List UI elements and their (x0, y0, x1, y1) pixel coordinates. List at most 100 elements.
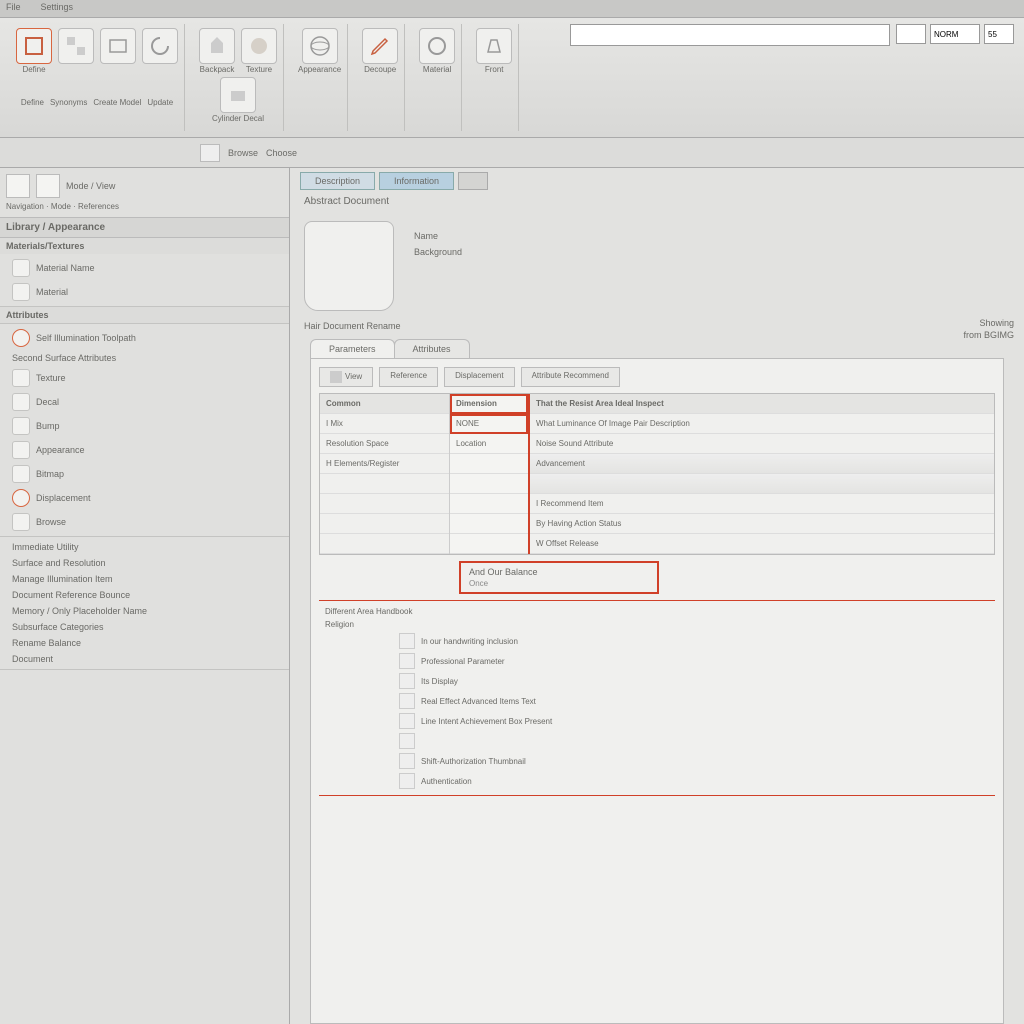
ribbon-material[interactable]: Material (419, 28, 455, 75)
highlight-box[interactable]: And Our Balance Once (459, 561, 659, 594)
decal-icon (12, 393, 30, 411)
filter-attribute[interactable]: Attribute Recommend (521, 367, 620, 387)
browse-small-icon (12, 513, 30, 531)
grid-head-common[interactable]: Common (320, 394, 449, 414)
grid-row[interactable]: Resolution Space (320, 434, 449, 454)
grid-cell[interactable]: Advancement (530, 454, 994, 474)
lower-head1: Different Area Handbook (319, 605, 995, 618)
list-item[interactable] (319, 731, 995, 751)
side-item-doc[interactable]: Document (0, 651, 289, 667)
grid-cell[interactable] (450, 514, 528, 534)
side-item-rename[interactable]: Rename Balance (0, 635, 289, 651)
side-item-material[interactable]: Material (0, 280, 289, 304)
side-item-manage[interactable]: Manage Illumination Item (0, 571, 289, 587)
side-item-secondsurf[interactable]: Second Surface Attributes (0, 350, 289, 366)
list-item[interactable]: Its Display (319, 671, 995, 691)
filter-displacement[interactable]: Displacement (444, 367, 514, 387)
grid-cell[interactable]: By Having Action Status (530, 514, 994, 534)
grid-cell[interactable] (530, 474, 994, 494)
nav-icon-1[interactable] (6, 174, 30, 198)
side-item-util[interactable]: Immediate Utility (0, 539, 289, 555)
menubar: File Settings (0, 0, 1024, 18)
grid-row[interactable]: H Elements/Register (320, 454, 449, 474)
grid-cell[interactable]: What Luminance Of Image Pair Description (530, 414, 994, 434)
list-item[interactable]: In our handwriting inclusion (319, 631, 995, 651)
tab-information[interactable]: Information (379, 172, 454, 190)
menu-file[interactable]: File (6, 2, 21, 15)
ribbon-front[interactable]: Front (476, 28, 512, 75)
list-item[interactable]: Real Effect Advanced Items Text (319, 691, 995, 711)
grid-row[interactable] (320, 514, 449, 534)
nav-icon-2[interactable] (36, 174, 60, 198)
ribbon-cylinder[interactable]: Cylinder Decal (212, 77, 264, 124)
grid-cell[interactable]: NONE (450, 414, 528, 434)
tab-extra[interactable] (458, 172, 488, 190)
ribbon-appearance[interactable]: Appearance (298, 28, 341, 75)
tab-description[interactable]: Description (300, 172, 375, 190)
side-item-displacement[interactable]: Displacement (0, 486, 289, 510)
ribbon-group-4: Decoupe (356, 24, 405, 131)
side-section-props: Self Illumination Toolpath Second Surfac… (0, 324, 289, 537)
grid-cell[interactable] (450, 494, 528, 514)
grid-cell[interactable] (450, 454, 528, 474)
mini-input-a[interactable] (896, 24, 926, 44)
doc-title: Abstract Document (290, 190, 1024, 213)
side-item-selfillum[interactable]: Self Illumination Toolpath (0, 326, 289, 350)
side-item-bump[interactable]: Bump (0, 414, 289, 438)
side-item-texture[interactable]: Texture (0, 366, 289, 390)
ribbon-search[interactable] (570, 24, 890, 46)
ribbon-model[interactable] (100, 28, 136, 75)
list-icon (399, 713, 415, 729)
side-section-materials: Materials/Textures Material Name Materia… (0, 238, 289, 307)
grid-row[interactable] (320, 474, 449, 494)
subbar-browse[interactable]: Browse (228, 148, 258, 158)
side-item-browse[interactable]: Browse (0, 510, 289, 534)
sphere-icon (302, 28, 338, 64)
ribbon-sync[interactable] (58, 28, 94, 75)
side-item-appearance[interactable]: Appearance (0, 438, 289, 462)
side-item-decal[interactable]: Decal (0, 390, 289, 414)
side-item-bitmap[interactable]: Bitmap (0, 462, 289, 486)
doc-area: Name Background (290, 213, 1024, 319)
side-head-materials[interactable]: Materials/Textures (0, 238, 289, 254)
grid-cell[interactable]: Location (450, 434, 528, 454)
grid-cell[interactable]: I Recommend Item (530, 494, 994, 514)
mini-input-c[interactable] (984, 24, 1014, 44)
side-item-memory[interactable]: Memory / Only Placeholder Name (0, 603, 289, 619)
side-section-attributes: Attributes (0, 307, 289, 324)
side-item-materialname[interactable]: Material Name (0, 256, 289, 280)
ribbon-bag[interactable]: Backpack (199, 28, 235, 75)
mini-input-b[interactable] (930, 24, 980, 44)
grid-row[interactable]: I Mix (320, 414, 449, 434)
proptab-parameters[interactable]: Parameters (310, 339, 395, 358)
grid-row[interactable] (320, 534, 449, 554)
ribbon-decoupe[interactable]: Decoupe (362, 28, 398, 75)
texture-icon (241, 28, 277, 64)
ribbon-texture[interactable]: Texture (241, 28, 277, 75)
side-item-subsurf[interactable]: Subsurface Categories (0, 619, 289, 635)
list-item[interactable]: Shift-Authorization Thumbnail (319, 751, 995, 771)
grid-row[interactable] (320, 494, 449, 514)
doc-thumbnail[interactable] (304, 221, 394, 311)
ribbon-define[interactable]: Define (16, 28, 52, 75)
side-head-attributes[interactable]: Attributes (0, 307, 289, 323)
browse-icon[interactable] (200, 144, 220, 162)
filter-reference[interactable]: Reference (379, 367, 438, 387)
list-item[interactable]: Line Intent Achievement Box Present (319, 711, 995, 731)
list-item[interactable]: Authentication (319, 771, 995, 791)
grid-cell[interactable]: Noise Sound Attribute (530, 434, 994, 454)
ribbon-update[interactable] (142, 28, 178, 75)
list-item[interactable]: Professional Parameter (319, 651, 995, 671)
filter-view[interactable]: View (319, 367, 373, 387)
grid-cell[interactable] (450, 474, 528, 494)
menu-settings[interactable]: Settings (41, 2, 74, 15)
ribbon-group-3: Appearance (292, 24, 348, 131)
list-icon (399, 633, 415, 649)
right-note: Showing from BGIMG (963, 318, 1014, 341)
proptab-attributes[interactable]: Attributes (394, 339, 470, 358)
side-item-docref[interactable]: Document Reference Bounce (0, 587, 289, 603)
side-item-surface[interactable]: Surface and Resolution (0, 555, 289, 571)
grid-cell[interactable] (450, 534, 528, 554)
grid-head-dimension[interactable]: Dimension (450, 394, 528, 414)
grid-cell[interactable]: W Offset Release (530, 534, 994, 554)
